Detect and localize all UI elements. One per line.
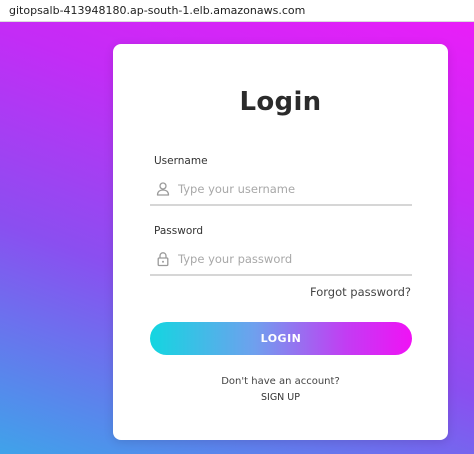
no-account-text: Don't have an account? (221, 376, 340, 387)
username-field (150, 176, 412, 206)
login-card: Login Username Password Forgot password?… (113, 44, 448, 440)
url-text: gitopsalb-413948180.ap-south-1.elb.amazo… (9, 4, 306, 17)
username-label: Username (154, 155, 208, 167)
login-button[interactable]: LOGIN (150, 322, 412, 355)
password-field (150, 246, 412, 276)
password-label: Password (154, 225, 204, 237)
lock-icon (156, 251, 170, 267)
username-input[interactable] (178, 179, 408, 199)
signup-link[interactable]: SIGN UP (113, 391, 448, 405)
forgot-password-link[interactable]: Forgot password? (310, 284, 411, 300)
user-icon (156, 181, 170, 197)
password-input[interactable] (178, 249, 408, 269)
login-title: Login (239, 87, 322, 117)
browser-address-bar[interactable]: gitopsalb-413948180.ap-south-1.elb.amazo… (0, 0, 474, 22)
